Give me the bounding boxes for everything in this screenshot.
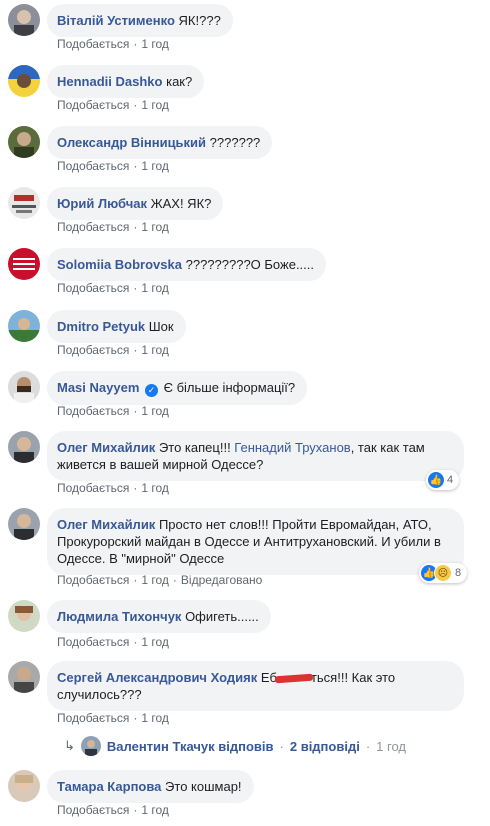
comment-text-start: Это капец!!! xyxy=(158,440,235,455)
comment-text: Это кошмар! xyxy=(165,779,242,794)
comment-time[interactable]: 1 год xyxy=(141,98,169,112)
comment-time[interactable]: 1 год xyxy=(141,281,169,295)
comment-author[interactable]: Юрий Любчак xyxy=(57,196,147,211)
comment-text: ?????????О Боже..... xyxy=(185,257,315,272)
sad-reaction-icon: ☹ xyxy=(434,564,452,582)
comment-time[interactable]: 1 год xyxy=(141,159,169,173)
like-button[interactable]: Подобається xyxy=(57,404,129,418)
comment-actions: Подобається · 1 год xyxy=(57,159,169,173)
comment-actions: Подобається · 1 год xyxy=(57,711,169,725)
comment-time[interactable]: 1 год xyxy=(141,343,169,357)
like-button[interactable]: Подобається xyxy=(57,343,129,357)
comment-bubble: Hennadii Dashko как? xyxy=(47,65,205,98)
comment-text: ЖАХ! ЯК? xyxy=(150,196,212,211)
redaction-mark xyxy=(274,673,314,684)
comment-text: Офигеть...... xyxy=(185,609,259,624)
comment-author[interactable]: Сергей Александрович Ходияк xyxy=(57,670,257,685)
comment-text: как? xyxy=(166,74,193,89)
view-replies-link[interactable]: ↳ Валентин Ткачук відповів · 2 відповіді… xyxy=(64,736,406,756)
comment-time[interactable]: 1 год xyxy=(141,635,169,649)
avatar[interactable] xyxy=(8,126,40,158)
mention-link[interactable]: Геннадий Труханов xyxy=(234,440,350,455)
comment-author[interactable]: Masi Nayyem xyxy=(57,380,139,395)
comment-text: Є більше інформації? xyxy=(163,380,296,395)
comment-bubble: Людмила Тихончук Офигеть...... xyxy=(47,600,271,633)
comment-actions: Подобається · 1 год xyxy=(57,220,169,234)
comment-actions: Подобається · 1 год · Відредаговано xyxy=(57,573,263,587)
like-reaction-icon: 👍 xyxy=(428,472,444,488)
comment-actions: Подобається · 1 год xyxy=(57,481,169,495)
replies-count[interactable]: 2 відповіді xyxy=(290,739,360,754)
reactions-count[interactable]: 👍 4 xyxy=(426,470,460,490)
avatar[interactable] xyxy=(8,371,40,403)
comment-time[interactable]: 1 год xyxy=(141,404,169,418)
verified-badge-icon: ✓ xyxy=(145,384,159,397)
reaction-count: 8 xyxy=(455,567,462,579)
comment-actions: Подобається · 1 год xyxy=(57,803,169,817)
comment-author[interactable]: Олег Михайлик xyxy=(57,517,155,532)
avatar[interactable] xyxy=(8,661,40,693)
comment-time[interactable]: 1 год xyxy=(141,803,169,817)
comment-bubble: Олександр Вінницький ??????? xyxy=(47,126,273,159)
reactions-count[interactable]: 👍 ☹ 8 xyxy=(419,563,468,583)
avatar[interactable] xyxy=(8,508,40,540)
like-button[interactable]: Подобається xyxy=(57,635,129,649)
comment-actions: Подобається · 1 год xyxy=(57,37,169,51)
avatar[interactable] xyxy=(8,431,40,463)
comment-bubble: Юрий Любчак ЖАХ! ЯК? xyxy=(47,187,224,220)
comments-list: Віталій Устименко ЯК!??? Подобається · 1 г… xyxy=(0,0,490,826)
like-button[interactable]: Подобається xyxy=(57,37,129,51)
like-button[interactable]: Подобається xyxy=(57,159,129,173)
comment-author[interactable]: Людмила Тихончук xyxy=(57,609,181,624)
comment-actions: Подобається · 1 год xyxy=(57,281,169,295)
comment-author[interactable]: Solomiia Bobrovska xyxy=(57,257,182,272)
comment-text: Шок xyxy=(148,319,174,334)
comment-actions: Подобається · 1 год xyxy=(57,98,169,112)
comment-author[interactable]: Олег Михайлик xyxy=(57,440,155,455)
like-button[interactable]: Подобається xyxy=(57,220,129,234)
reply-arrow-icon: ↳ xyxy=(64,738,75,753)
comment-bubble: Віталій Устименко ЯК!??? xyxy=(47,4,233,37)
comment-author[interactable]: Олександр Вінницький xyxy=(57,135,206,150)
like-button[interactable]: Подобається xyxy=(57,481,129,495)
replies-author[interactable]: Валентин Ткачук відповів xyxy=(107,739,274,754)
comment-actions: Подобається · 1 год xyxy=(57,343,169,357)
comment-bubble: Тамара Карпова Это кошмар! xyxy=(47,770,254,803)
like-button[interactable]: Подобається xyxy=(57,98,129,112)
avatar[interactable] xyxy=(8,600,40,632)
comment-author[interactable]: Hennadii Dashko xyxy=(57,74,162,89)
avatar[interactable] xyxy=(8,770,40,802)
comment-time[interactable]: 1 год xyxy=(141,711,169,725)
comment-actions: Подобається · 1 год xyxy=(57,635,169,649)
avatar[interactable] xyxy=(8,310,40,342)
avatar xyxy=(80,736,101,756)
comment-text: ЯК!??? xyxy=(178,13,221,28)
comment-time[interactable]: 1 год xyxy=(141,573,169,587)
comment-bubble: Олег Михайлик Это капец!!! Геннадий Трух… xyxy=(47,431,464,481)
avatar[interactable] xyxy=(8,65,40,97)
like-button[interactable]: Подобається xyxy=(57,711,129,725)
comment-actions: Подобається · 1 год xyxy=(57,404,169,418)
replies-time: 1 год xyxy=(376,738,406,754)
comment-time[interactable]: 1 год xyxy=(141,220,169,234)
comment-bubble: Dmitro Petyuk Шок xyxy=(47,310,186,343)
avatar[interactable] xyxy=(8,248,40,280)
comment-bubble: Олег Михайлик Просто нет слов!!! Пройти … xyxy=(47,508,464,575)
avatar[interactable] xyxy=(8,4,40,36)
comment-time[interactable]: 1 год xyxy=(141,481,169,495)
reaction-count: 4 xyxy=(447,474,454,486)
comment-text: ??????? xyxy=(209,135,261,150)
comment-bubble: Сергей Александрович Ходияк Еб ться!!! Ка… xyxy=(47,661,464,711)
avatar[interactable] xyxy=(8,187,40,219)
comment-bubble: Solomiia Bobrovska ?????????О Боже..... xyxy=(47,248,327,281)
comment-bubble: Masi Nayyem ✓ Є більше інформації? xyxy=(47,371,308,405)
like-button[interactable]: Подобається xyxy=(57,803,129,817)
like-button[interactable]: Подобається xyxy=(57,281,129,295)
like-button[interactable]: Подобається xyxy=(57,573,129,587)
comment-author[interactable]: Dmitro Petyuk xyxy=(57,319,145,334)
comment-author[interactable]: Тамара Карпова xyxy=(57,779,161,794)
edited-label[interactable]: Відредаговано xyxy=(181,573,262,587)
comment-author[interactable]: Віталій Устименко xyxy=(57,13,175,28)
comment-time[interactable]: 1 год xyxy=(141,37,169,51)
